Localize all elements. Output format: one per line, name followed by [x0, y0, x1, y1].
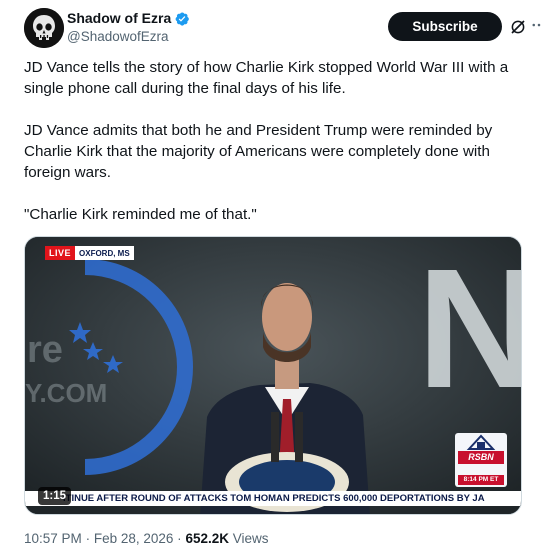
video-duration: 1:15 [38, 487, 72, 505]
views-label: Views [232, 531, 269, 546]
video-frame: re Y.COM N [25, 237, 522, 514]
news-ticker: ITINUE AFTER ROUND OF ATTACKS TOM HOMAN … [25, 491, 521, 506]
separator: · [85, 531, 91, 546]
separator: · [177, 531, 182, 546]
subscribe-button[interactable]: Subscribe [388, 12, 502, 41]
tweet-text: JD Vance tells the story of how Charlie … [24, 57, 516, 225]
network-time: 8:14 PM ET [458, 475, 504, 485]
live-badge: LIVE OXFORD, MS [45, 246, 134, 260]
handle[interactable]: @ShadowofEzra [67, 28, 190, 46]
tweet-meta: 10:57 PM · Feb 28, 2026 · 652.2K Views [24, 530, 269, 548]
live-label: LIVE [45, 246, 76, 260]
location-label: OXFORD, MS [75, 246, 134, 260]
post-date[interactable]: Feb 28, 2026 [94, 531, 174, 546]
backdrop-letters: N [417, 237, 522, 424]
post-time[interactable]: 10:57 PM [24, 531, 82, 546]
author-names: Shadow of Ezra @ShadowofEzra [67, 9, 190, 46]
views-count: 652.2K [185, 531, 229, 546]
avatar[interactable] [24, 8, 64, 48]
network-label: RSBN [458, 451, 504, 464]
grok-slash-icon[interactable] [509, 18, 527, 36]
tweet-paragraph: JD Vance admits that both he and Preside… [24, 122, 493, 181]
network-logo: RSBN 8:14 PM ET [455, 433, 507, 487]
verified-badge-icon [175, 11, 190, 26]
tweet-header: Shadow of Ezra @ShadowofEzra Subscribe [24, 8, 543, 48]
tweet-paragraph: "Charlie Kirk reminded me of that." [24, 206, 257, 223]
svg-text:re: re [27, 329, 63, 371]
more-horizontal-icon[interactable] [530, 16, 543, 34]
display-name[interactable]: Shadow of Ezra [67, 9, 190, 28]
network-logo-icon [466, 434, 496, 450]
display-name-text[interactable]: Shadow of Ezra [67, 9, 171, 28]
tweet-paragraph: JD Vance tells the story of how Charlie … [24, 59, 509, 97]
backdrop-partial-text: Y.COM [25, 378, 107, 408]
video-player[interactable]: re Y.COM N LIVE OXFORD, MS RSBN 8:14 PM … [24, 236, 522, 515]
